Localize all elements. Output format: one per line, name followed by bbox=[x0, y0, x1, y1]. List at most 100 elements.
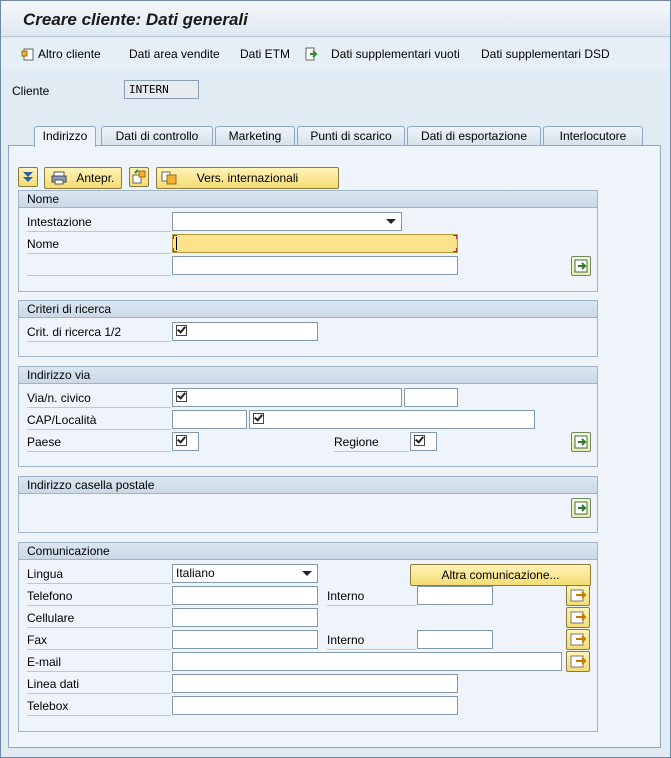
etm-data-label: Dati ETM bbox=[240, 47, 291, 61]
page-title: Creare cliente: Dati generali bbox=[23, 10, 248, 29]
other-client-button[interactable]: Altro cliente bbox=[21, 47, 101, 61]
telebox-label: Telebox bbox=[27, 699, 171, 716]
details-arrow-icon bbox=[570, 589, 587, 602]
street-label: Via/n. civico bbox=[27, 391, 171, 408]
fax-input[interactable] bbox=[172, 630, 318, 649]
address-switch-icon bbox=[132, 169, 146, 184]
email-details-button[interactable] bbox=[566, 651, 590, 672]
focus-corner bbox=[453, 248, 457, 252]
fax-extension-label: Interno bbox=[327, 633, 416, 650]
group-casella-postale: Indirizzo casella postale bbox=[18, 476, 598, 533]
chevron-down-icon bbox=[302, 571, 312, 576]
intestazione-label: Intestazione bbox=[27, 215, 171, 232]
expand-nome-button[interactable] bbox=[571, 256, 591, 276]
sales-area-data-button[interactable]: Dati area vendite bbox=[129, 47, 220, 61]
title-bar: Creare cliente: Dati generali bbox=[1, 1, 670, 37]
country-label: Paese bbox=[27, 435, 171, 452]
other-communication-button[interactable]: Altra comunicazione... bbox=[410, 564, 591, 586]
tab-interlocutore[interactable]: Interlocutore bbox=[543, 126, 643, 146]
tab-punti-di-scarico[interactable]: Punti di scarico bbox=[297, 126, 405, 146]
focus-corner bbox=[453, 235, 457, 239]
details-arrow-icon bbox=[570, 655, 587, 668]
empty-additional-data-label: Dati supplementari vuoti bbox=[331, 47, 460, 61]
expand-po-box-button[interactable] bbox=[571, 498, 591, 518]
collapse-arrows-icon bbox=[23, 172, 33, 182]
details-arrow-icon bbox=[570, 611, 587, 624]
international-versions-button[interactable]: Vers. internazionali bbox=[156, 167, 339, 189]
language-value: Italiano bbox=[176, 566, 215, 580]
printer-icon bbox=[51, 171, 67, 185]
phone-details-button[interactable] bbox=[566, 585, 590, 606]
fax-details-button[interactable] bbox=[566, 629, 590, 650]
phone-label: Telefono bbox=[27, 589, 171, 606]
fax-label: Fax bbox=[27, 633, 171, 650]
language-dropdown[interactable]: Italiano bbox=[172, 564, 318, 583]
international-versions-icon bbox=[161, 171, 177, 185]
expand-fields-icon bbox=[574, 259, 588, 273]
application-toolbar: Altro cliente Dati area vendite Dati ETM… bbox=[1, 38, 670, 70]
collapse-button[interactable] bbox=[18, 167, 38, 187]
house-number-input[interactable] bbox=[404, 388, 458, 407]
group-casella-postale-title: Indirizzo casella postale bbox=[19, 477, 597, 494]
sales-area-data-label: Dati area vendite bbox=[129, 47, 220, 61]
focus-corner bbox=[173, 248, 177, 252]
export-document-button[interactable] bbox=[304, 47, 321, 61]
group-nome-title: Nome bbox=[19, 191, 597, 208]
chevron-down-icon bbox=[386, 219, 396, 224]
postal-code-city-label: CAP/Località bbox=[27, 413, 171, 430]
email-label: E-mail bbox=[27, 655, 171, 672]
expand-address-button[interactable] bbox=[571, 432, 591, 452]
mobile-details-button[interactable] bbox=[566, 607, 590, 628]
language-label: Lingua bbox=[27, 567, 171, 584]
other-client-label: Altro cliente bbox=[38, 47, 101, 61]
tab-marketing[interactable]: Marketing bbox=[215, 126, 295, 146]
export-document-icon bbox=[304, 47, 318, 61]
city-input[interactable] bbox=[249, 410, 535, 429]
nome-2-label bbox=[27, 259, 171, 276]
focus-corner bbox=[173, 235, 177, 239]
required-check-icon bbox=[176, 391, 187, 403]
expand-fields-icon bbox=[574, 501, 588, 515]
tab-dati-di-controllo[interactable]: Dati di controllo bbox=[101, 126, 213, 146]
required-check-icon bbox=[176, 325, 187, 337]
mobile-input[interactable] bbox=[172, 608, 318, 627]
nome-2-input[interactable] bbox=[172, 256, 458, 275]
required-check-icon bbox=[253, 413, 264, 425]
etm-data-button[interactable]: Dati ETM bbox=[240, 47, 290, 61]
dsd-additional-data-button[interactable]: Dati supplementari DSD bbox=[481, 47, 610, 61]
client-label: Cliente bbox=[12, 84, 50, 98]
phone-input[interactable] bbox=[172, 586, 318, 605]
tab-indirizzo[interactable]: Indirizzo bbox=[34, 126, 96, 147]
client-field[interactable]: INTERN bbox=[124, 80, 199, 99]
search-criteria-input[interactable] bbox=[172, 322, 318, 341]
region-input[interactable] bbox=[410, 432, 437, 451]
data-line-label: Linea dati bbox=[27, 677, 171, 694]
data-line-input[interactable] bbox=[172, 674, 458, 693]
mobile-label: Cellulare bbox=[27, 611, 171, 628]
group-comunicazione-title: Comunicazione bbox=[19, 543, 597, 560]
country-input[interactable] bbox=[172, 432, 199, 451]
street-input[interactable] bbox=[172, 388, 402, 407]
required-check-icon bbox=[414, 435, 425, 447]
empty-additional-data-button[interactable]: Dati supplementari vuoti bbox=[331, 47, 460, 61]
nome-input[interactable] bbox=[172, 234, 458, 253]
group-criteri-ricerca-title: Criteri di ricerca bbox=[19, 301, 597, 318]
intestazione-dropdown[interactable] bbox=[172, 212, 402, 231]
nome-label: Nome bbox=[27, 237, 171, 254]
fax-extension-input[interactable] bbox=[417, 630, 493, 649]
preview-label: Antepr. bbox=[76, 171, 115, 185]
email-input[interactable] bbox=[172, 652, 562, 671]
phone-extension-input[interactable] bbox=[417, 586, 493, 605]
preview-button[interactable]: Antepr. bbox=[44, 167, 122, 189]
tab-dati-di-esportazione[interactable]: Dati di esportazione bbox=[407, 126, 541, 146]
details-arrow-icon bbox=[570, 633, 587, 646]
address-switch-button[interactable] bbox=[129, 167, 149, 187]
group-indirizzo-via-title: Indirizzo via bbox=[19, 367, 597, 384]
postal-code-input[interactable] bbox=[172, 410, 247, 429]
new-document-icon bbox=[21, 47, 35, 61]
phone-extension-label: Interno bbox=[327, 589, 416, 606]
telebox-input[interactable] bbox=[172, 696, 458, 715]
international-versions-label: Vers. internazionali bbox=[196, 171, 299, 185]
search-criteria-label: Crit. di ricerca 1/2 bbox=[27, 325, 171, 342]
expand-fields-icon bbox=[574, 435, 588, 449]
